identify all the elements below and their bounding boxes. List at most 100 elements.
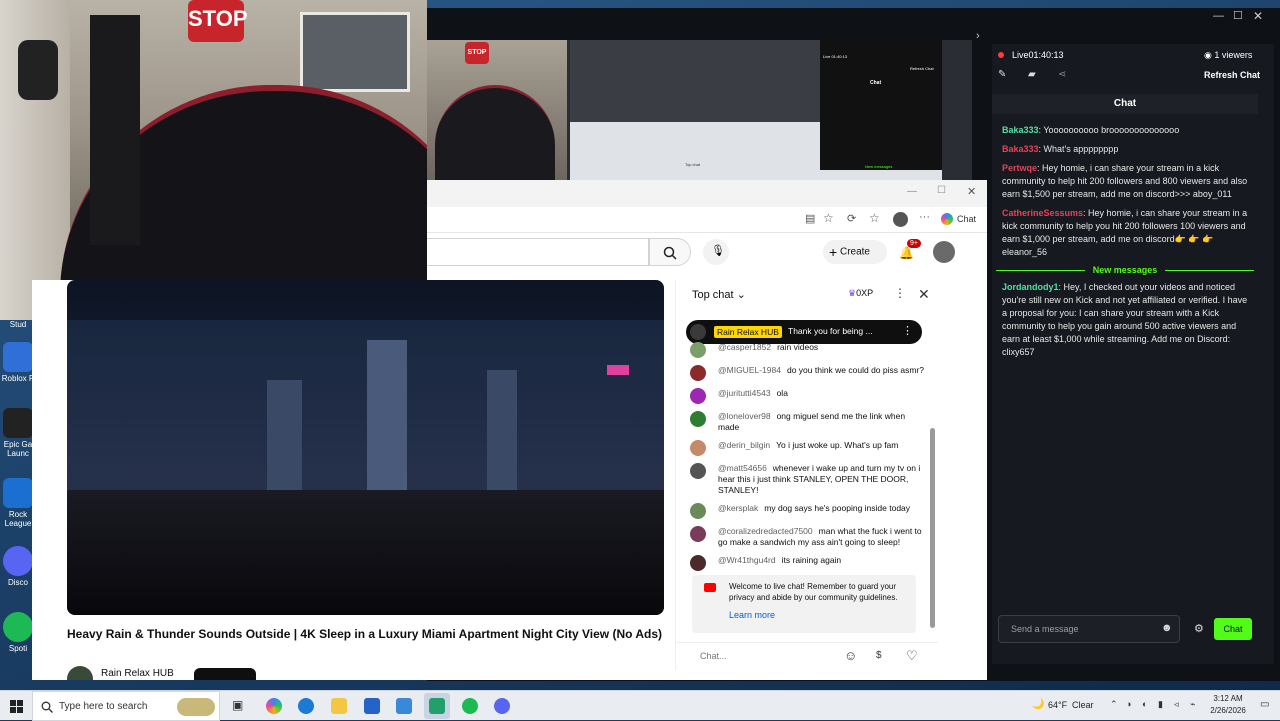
create-button[interactable]: + Create <box>823 240 887 264</box>
avatar <box>690 342 706 358</box>
youtube-icon <box>704 583 716 592</box>
plus-icon: + <box>829 244 838 260</box>
clock-date[interactable]: 2/26/2026 <box>1204 706 1252 715</box>
copilot-icon[interactable] <box>941 213 953 225</box>
live-dot-icon <box>998 52 1004 58</box>
video-title: Heavy Rain & Thunder Sounds Outside | 4K… <box>67 627 663 641</box>
emoji-icon[interactable]: ☺ <box>844 648 857 663</box>
file-explorer-icon[interactable] <box>331 698 347 714</box>
share-icon[interactable]: ⋖ <box>1058 69 1066 80</box>
desktop-icon-label: Rock League <box>4 510 32 528</box>
tray-app-icon[interactable]: ◐ <box>1142 699 1147 709</box>
minimize-icon[interactable]: — <box>1213 10 1224 22</box>
clock-time[interactable]: 3:12 AM <box>1208 694 1248 703</box>
chat-input[interactable]: Chat... <box>700 651 727 661</box>
chat-text: my dog says he's pooping inside today <box>764 503 911 513</box>
favorite-icon[interactable]: ☆ <box>823 211 834 225</box>
taskbar-search-input[interactable]: Type here to search <box>32 691 220 721</box>
network-icon[interactable]: ⌁ <box>1190 699 1195 710</box>
chat-message: CatherineSessums: Hey homie, i can share… <box>1002 207 1248 259</box>
avatar <box>690 440 706 456</box>
active-app-button[interactable] <box>424 693 450 719</box>
desktop-icon-spotify[interactable]: Spoti <box>0 612 36 653</box>
desktop-icon-label: Epic Ga Launc <box>3 440 33 458</box>
discord-icon[interactable] <box>494 698 510 714</box>
spotify-icon[interactable] <box>462 698 478 714</box>
settings-gear-icon[interactable]: ⚙ <box>1194 622 1204 635</box>
search-icon <box>663 246 677 260</box>
refresh-chat-button[interactable]: Refresh Chat <box>1204 70 1260 80</box>
close-icon[interactable]: ✕ <box>967 185 976 198</box>
stop-sign: STOP <box>465 42 489 64</box>
desktop-icon-rocket-league[interactable]: Rock League <box>0 478 36 528</box>
chat-text: : What's apppppppp <box>1038 144 1119 154</box>
chat-scrollbar[interactable] <box>928 316 936 634</box>
store-icon[interactable] <box>364 698 380 714</box>
more-options-icon[interactable]: ⋮ <box>894 286 906 300</box>
chat-username[interactable]: CatherineSessums <box>1002 208 1083 218</box>
maximize-icon[interactable]: ☐ <box>1233 9 1243 22</box>
video-player[interactable] <box>67 280 664 615</box>
emoji-icon[interactable]: ☻ <box>1161 622 1173 634</box>
chat-input-bar: Chat... ☺ $ ♡ <box>676 642 938 670</box>
super-chat-icon[interactable]: $ <box>876 650 882 661</box>
app-icon[interactable] <box>396 698 412 714</box>
task-view-icon[interactable]: ▣ <box>232 698 248 714</box>
profile-icon[interactable] <box>893 212 908 227</box>
top-chat-dropdown[interactable]: Top chat ⌄ <box>692 288 746 301</box>
pinned-message[interactable]: Rain Relax HUB Thank you for being ... ⋮ <box>686 320 922 344</box>
list-item: @MIGUEL-1984 do you think we could do pis… <box>676 365 938 381</box>
volume-icon[interactable]: ◃ <box>1174 699 1179 710</box>
tray-app-icon[interactable]: ◑ <box>1126 699 1131 709</box>
folder-icon[interactable]: ▰ <box>1028 69 1036 80</box>
weather-text[interactable]: Clear <box>1072 700 1094 710</box>
chat-author: @casper1852 <box>718 342 772 352</box>
desktop-icon-roblox[interactable]: Roblox P <box>0 342 36 383</box>
crown-icon: ♛ <box>848 288 857 298</box>
channel-avatar[interactable] <box>67 666 93 680</box>
chevron-right-icon[interactable]: › <box>976 30 980 42</box>
learn-more-link[interactable]: Learn more <box>729 610 775 620</box>
maximize-icon[interactable]: ☐ <box>937 185 946 196</box>
edit-icon[interactable]: ✎ <box>998 69 1006 80</box>
chat-username[interactable]: Jordandody1 <box>1002 282 1059 292</box>
minimize-icon[interactable]: — <box>907 186 917 197</box>
battery-icon[interactable]: ▮ <box>1158 699 1163 710</box>
copilot-icon[interactable] <box>266 698 282 714</box>
search-input[interactable] <box>427 238 649 266</box>
desktop-icon-epic[interactable]: Epic Ga Launc <box>0 408 36 458</box>
chevron-up-icon[interactable]: ⌃ <box>1110 699 1118 710</box>
list-item: @Wr41thgu4rd its raining again <box>676 555 938 571</box>
notifications-button[interactable]: 🔔 9+ <box>899 239 921 260</box>
heart-icon[interactable]: ♡ <box>906 648 918 664</box>
browser-toolbar: ▤ ☆ ⟳ ☆ ··· Chat <box>427 207 987 233</box>
search-button[interactable] <box>649 238 691 266</box>
channel-name[interactable]: Rain Relax HUB <box>101 668 174 679</box>
avatar[interactable] <box>933 241 955 263</box>
close-chat-icon[interactable]: ✕ <box>918 286 930 303</box>
copilot-chat-button[interactable]: Chat <box>957 214 976 224</box>
chat-username[interactable]: Pertwqe <box>1002 163 1037 173</box>
subscribe-button[interactable] <box>194 668 256 680</box>
chat-username[interactable]: Baka333 <box>1002 144 1039 154</box>
collections-icon[interactable]: ☆ <box>869 211 880 225</box>
weather-temp[interactable]: 64°F <box>1048 700 1067 710</box>
windows-start-icon[interactable] <box>10 700 23 713</box>
xp-badge[interactable]: ♛0XP <box>848 288 873 299</box>
chat-author: @coralizedredacted7500 <box>718 526 813 536</box>
notifications-icon[interactable]: ▭ <box>1260 699 1269 710</box>
spotify-icon <box>3 612 33 642</box>
reader-icon[interactable]: ▤ <box>805 212 815 225</box>
close-icon[interactable]: ✕ <box>1253 9 1263 23</box>
extension-icon[interactable]: ⟳ <box>847 212 856 225</box>
voice-search-button[interactable]: 🎙 <box>703 239 729 265</box>
desktop-icon-discord[interactable]: Disco <box>0 546 36 587</box>
chat-username[interactable]: Baka333 <box>1002 125 1039 135</box>
send-chat-button[interactable]: Chat <box>1214 618 1252 640</box>
send-message-input[interactable]: Send a message ☻ <box>998 615 1180 643</box>
channel-avatar <box>690 324 706 340</box>
avatar <box>690 526 706 542</box>
more-options-icon[interactable]: ⋮ <box>902 324 913 337</box>
edge-icon[interactable] <box>298 698 314 714</box>
more-icon[interactable]: ··· <box>919 211 930 223</box>
